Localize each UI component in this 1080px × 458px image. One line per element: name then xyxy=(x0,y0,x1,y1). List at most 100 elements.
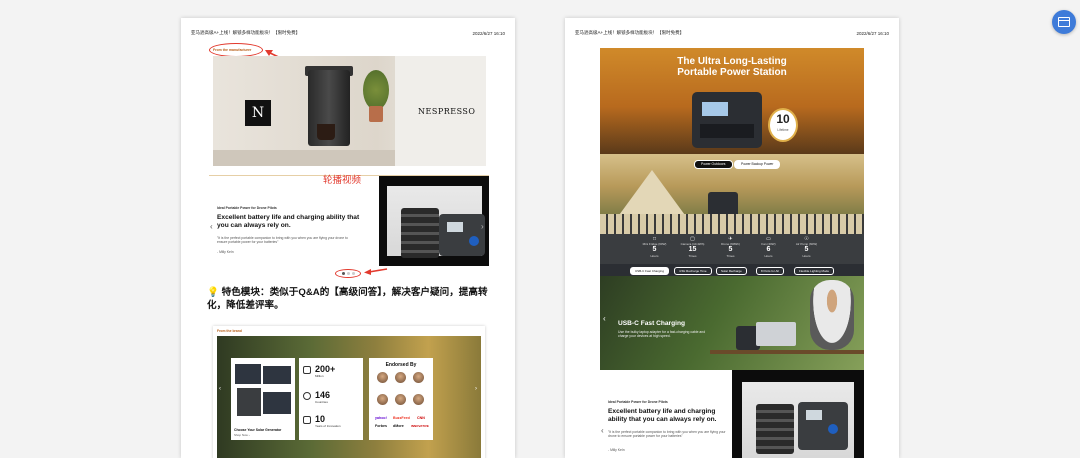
storefront-icon xyxy=(1058,17,1070,27)
endorsed-by-title: Endorsed By xyxy=(385,362,417,368)
stat-number: 146 xyxy=(315,390,331,400)
power-station xyxy=(692,92,762,148)
carousel-dot[interactable] xyxy=(347,272,350,275)
card-prev-icon[interactable]: ‹ xyxy=(219,386,221,392)
warranty-badge: 10 Lifetime xyxy=(768,108,798,142)
picnic-rug xyxy=(600,214,864,234)
avatar xyxy=(413,394,424,405)
plant-pot xyxy=(369,106,383,122)
stat-drone: ✈ Drone (60Wh) 5 Times xyxy=(712,236,749,258)
page-header: 亚马逊高级A+上线！解锁多样功能板块！【限时免费】 2022/6/27 16:1… xyxy=(575,28,889,38)
press-logo-forbes: Forbes xyxy=(375,424,387,428)
feature-description: 💡 特色模块：类似于Q&A的【高级问答】，解决客户疑问，提高转化，降低差评率。 xyxy=(207,286,497,312)
tab-recharge-time[interactable]: 4.5H Recharge Time xyxy=(674,267,712,275)
person xyxy=(810,280,854,350)
tab-lighting[interactable]: Flexible Lighting Mode xyxy=(794,267,835,275)
feature-title: USB-C Fast Charging xyxy=(618,320,686,327)
warranty-badge-number: 10 xyxy=(776,112,790,126)
video-signature: - Milly Keln xyxy=(217,250,234,254)
carousel-annotation: 轮播视频 xyxy=(323,175,362,186)
stat-unit: Times xyxy=(688,254,697,258)
stat-air-pump: ☉ Air Pump (60W) 5 Hours xyxy=(788,236,825,258)
hero-title-line-2: Portable Power Station xyxy=(677,67,787,78)
carousel-prev-icon[interactable]: ‹ xyxy=(210,222,213,231)
stat-unit: Hours xyxy=(802,254,811,258)
stat-number: 200+ xyxy=(315,364,336,374)
users-icon xyxy=(303,366,311,374)
choose-generator-label: Choose Your Solar Generator xyxy=(234,428,282,432)
drone-stack xyxy=(756,404,794,454)
card-next-icon[interactable]: › xyxy=(475,386,477,392)
press-logo-buzzfeed: BuzzFeed xyxy=(393,416,410,420)
usage-stats-bar: □ Mini Fridge (60W) 5 Hours ▢ Camera (10… xyxy=(600,234,864,264)
power-station xyxy=(798,402,848,450)
tab-solar[interactable]: Solar Recharge xyxy=(716,267,747,275)
storefront-button[interactable] xyxy=(1052,10,1076,34)
press-logo-cnn: CNN xyxy=(417,416,425,420)
carousel-dot-active[interactable] xyxy=(342,272,345,275)
press-logo-innovative: INNOVATIVE xyxy=(411,424,429,428)
table xyxy=(710,350,864,354)
drone-stack xyxy=(401,208,439,258)
brand-stats-panel: 200+ Million 146 Countries 10 Years of I… xyxy=(299,358,363,440)
coffee-cup xyxy=(317,124,335,140)
video-heading: Excellent battery life and charging abil… xyxy=(608,408,717,423)
carousel-next-icon[interactable]: › xyxy=(481,222,484,231)
video-kicker: Ideal Portable Power for Drone Pilots xyxy=(217,206,277,210)
solar-panel xyxy=(263,366,291,384)
power-station-screen xyxy=(806,410,822,420)
carousel-prev-icon[interactable]: ‹ xyxy=(603,314,606,323)
video-body: "It is the perfect portable companion to… xyxy=(217,236,348,245)
annotation-ellipse xyxy=(209,43,263,57)
nespresso-logo: NESPRESSO xyxy=(418,107,476,116)
from-brand-label: From the brand xyxy=(217,329,242,333)
annotation-arrow-icon xyxy=(364,268,388,275)
hero-title-line-1: The Ultra Long-Lasting xyxy=(677,56,787,67)
stat-unit: Hours xyxy=(650,254,659,258)
solar-panel xyxy=(235,364,261,384)
power-station-screen xyxy=(702,102,728,116)
tab-ports[interactable]: 8 Ports for All xyxy=(756,267,784,275)
nespresso-badge: N xyxy=(245,100,271,126)
avatar xyxy=(413,372,424,383)
power-station-screen xyxy=(447,222,463,232)
video-thumbnail xyxy=(387,186,485,258)
stat-unit: Times xyxy=(726,254,735,258)
tab-usb-c[interactable]: USB-C Fast Charging xyxy=(630,267,670,275)
stat-unit: Hours xyxy=(764,254,773,258)
video-frame[interactable]: › xyxy=(379,176,489,266)
carousel-dot[interactable] xyxy=(352,272,355,275)
avatar xyxy=(377,372,388,383)
stat-label: Countries xyxy=(315,400,328,404)
camp-tab-outdoors[interactable]: Power Outdoors xyxy=(694,160,733,169)
power-station xyxy=(439,214,485,256)
stat-camera: ▢ Camera (10.4Wh) 15 Times xyxy=(674,236,711,258)
laptop xyxy=(756,322,796,346)
lightbulb-icon: 💡 xyxy=(207,287,219,298)
solar-generator xyxy=(237,388,261,416)
stat-number: 5 xyxy=(728,246,733,253)
press-logo-yahoo: yahoo! xyxy=(375,416,387,420)
power-station-ports xyxy=(700,124,754,138)
carousel-video-module: Ideal Portable Power for Drone Pilots Ex… xyxy=(600,370,864,458)
camp-tab-backup[interactable]: Power Backup Power xyxy=(734,160,781,169)
page-header-title: 亚马逊高级A+上线！解锁多样功能板块！【限时免费】 xyxy=(575,30,685,35)
video-frame[interactable] xyxy=(732,370,864,458)
carousel-prev-icon[interactable]: ‹ xyxy=(601,426,604,435)
camping-banner: Power Outdoors Power Backup Power xyxy=(600,154,864,234)
stat-fridge: □ Mini Fridge (60W) 5 Hours xyxy=(636,236,673,258)
video-kicker: Ideal Portable Power for Drone Pilots xyxy=(608,400,668,404)
video-body: "It is the perfect portable companion to… xyxy=(608,430,726,439)
medal-icon xyxy=(303,416,311,424)
hero-banner: The Ultra Long-Lasting Portable Power St… xyxy=(600,48,864,154)
stat-number: 6 xyxy=(766,246,771,253)
charging-features-panel: USB-C Fast Charging 4.5H Recharge Time S… xyxy=(600,264,864,370)
shop-now-link[interactable]: Shop Now › xyxy=(234,433,250,437)
power-station-knob xyxy=(828,424,838,434)
avatar xyxy=(395,394,406,405)
page-header-date: 2022/6/27 16:10 xyxy=(472,30,505,36)
stat-number: 5 xyxy=(804,246,809,253)
document-page-right: 亚马逊高级A+上线！解锁多样功能板块！【限时免费】 2022/6/27 16:1… xyxy=(565,18,899,458)
solar-generator-panel[interactable]: Choose Your Solar Generator Shop Now › xyxy=(231,358,295,440)
forest-background: ‹ › Choose Your Solar Generator Shop Now… xyxy=(217,336,481,458)
